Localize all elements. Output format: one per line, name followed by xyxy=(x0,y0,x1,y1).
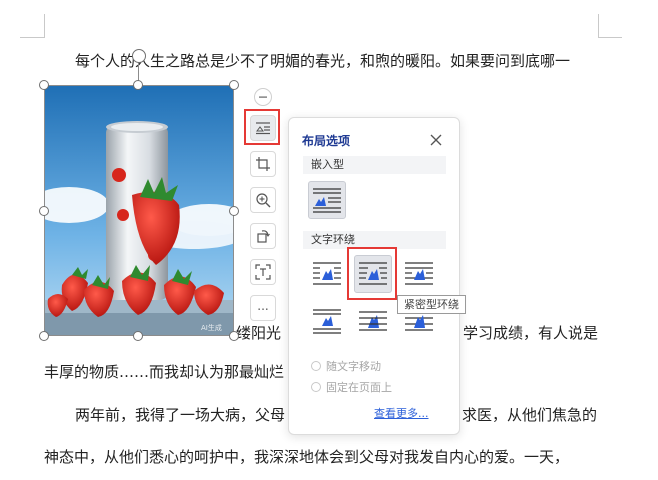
rotate-button[interactable] xyxy=(250,223,276,249)
crop-mark-top-left-h xyxy=(20,37,44,38)
crop-mark-top-right-v xyxy=(598,14,599,38)
radio-icon xyxy=(311,382,321,392)
inline-layout-icon xyxy=(313,188,341,213)
rotate-icon xyxy=(257,230,270,243)
move-with-text-label: 随文字移动 xyxy=(326,360,381,373)
see-more-link[interactable]: 查看更多... xyxy=(374,405,429,421)
behind-text-option[interactable] xyxy=(354,302,392,340)
resize-handle-bottom-right[interactable] xyxy=(229,331,239,341)
inline-option[interactable] xyxy=(308,181,346,219)
resize-handle-left[interactable] xyxy=(39,206,49,216)
fix-on-page-label: 固定在页面上 xyxy=(326,381,392,394)
radio-icon xyxy=(311,361,321,371)
tight-wrap-icon xyxy=(359,262,387,285)
extract-text-icon xyxy=(255,264,271,280)
wrap-section-header: 文字环绕 xyxy=(303,231,446,249)
panel-title: 布局选项 xyxy=(302,134,351,148)
square-wrap-option[interactable] xyxy=(308,255,346,293)
crop-mark-top-left-v xyxy=(44,14,45,38)
strawberry-can-image[interactable]: AI生成 xyxy=(44,85,234,336)
watermark-text: AI生成 xyxy=(201,323,222,332)
paragraph-line-2b: 学习成绩，有人说是 xyxy=(463,324,599,342)
close-icon[interactable] xyxy=(429,133,443,147)
resize-handle-top-right[interactable] xyxy=(229,80,239,90)
resize-handle-bottom[interactable] xyxy=(133,331,143,341)
collapse-toolbar-button[interactable] xyxy=(254,88,272,106)
zoom-button[interactable] xyxy=(250,187,276,213)
through-wrap-icon xyxy=(405,262,433,285)
more-icon: ... xyxy=(257,299,269,313)
layout-options-button[interactable] xyxy=(250,115,276,141)
wrap-layout-icon xyxy=(256,122,270,135)
zoom-in-icon xyxy=(256,193,271,208)
tight-wrap-option[interactable] xyxy=(354,255,392,293)
layout-options-panel: 布局选项 嵌入型 文字环绕 随文字移动 固定在页面上 查看更多... xyxy=(288,117,460,435)
paragraph-line-3: 丰厚的物质……而我却认为那最灿烂 xyxy=(44,363,285,381)
paragraph-line-4b: 求医，从他们焦急的 xyxy=(462,406,598,424)
resize-handle-top-left[interactable] xyxy=(39,80,49,90)
inline-section-header: 嵌入型 xyxy=(303,156,446,174)
crop-button[interactable] xyxy=(250,151,276,177)
fix-on-page-radio[interactable]: 固定在页面上 xyxy=(311,379,392,395)
paragraph-line-1: 每个人的人生之路总是少不了明媚的春光，和煦的暖阳。如果要问到底哪一 xyxy=(75,52,571,70)
paragraph-line-4a: 两年前，我得了一场大病，父母 xyxy=(75,406,286,424)
move-with-text-radio[interactable]: 随文字移动 xyxy=(311,358,381,374)
more-button[interactable]: ... xyxy=(250,295,276,321)
through-wrap-option[interactable] xyxy=(400,255,438,293)
tight-wrap-tooltip: 紧密型环绕 xyxy=(397,295,466,314)
minus-icon xyxy=(259,96,267,98)
crop-mark-top-right-h xyxy=(598,37,622,38)
crop-icon xyxy=(256,157,270,171)
resize-handle-top[interactable] xyxy=(133,80,143,90)
paragraph-line-2a: 缕阳光 xyxy=(236,324,282,342)
top-bottom-wrap-option[interactable] xyxy=(308,302,346,340)
resize-handle-right[interactable] xyxy=(229,206,239,216)
paragraph-line-5: 神态中，从他们悉心的呵护中，我深深地体会到父母对我发自内心的爱。一天， xyxy=(44,448,570,466)
extract-text-button[interactable] xyxy=(250,259,276,285)
rotate-handle[interactable] xyxy=(132,49,146,63)
behind-text-icon xyxy=(359,311,387,331)
square-wrap-icon xyxy=(313,262,341,285)
resize-handle-bottom-left[interactable] xyxy=(39,331,49,341)
top-bottom-wrap-icon xyxy=(313,309,341,334)
